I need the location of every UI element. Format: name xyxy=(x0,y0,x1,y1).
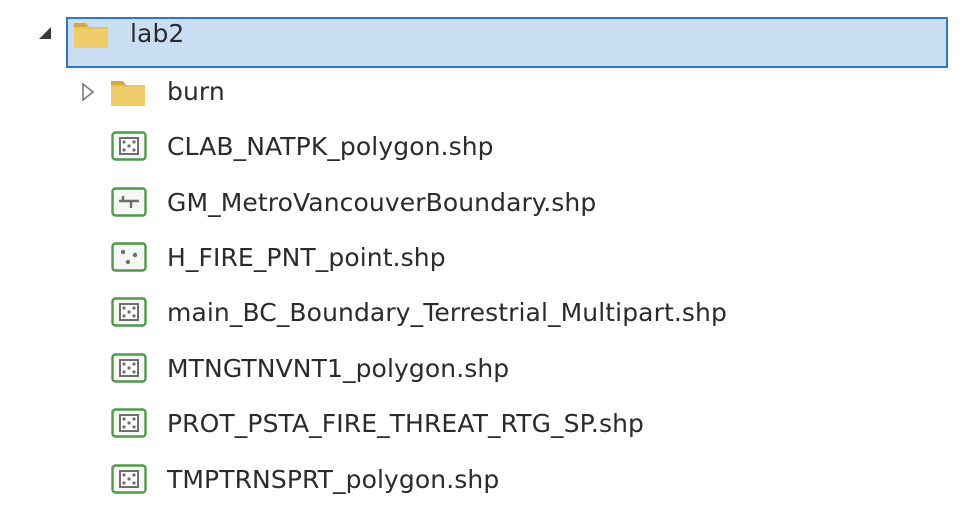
expand-arrow-icon[interactable] xyxy=(81,83,95,101)
polygon-shapefile-icon xyxy=(111,131,147,161)
polygon-shapefile-icon xyxy=(111,297,147,327)
tree-item-shapefile[interactable]: TMPTRNSPRT_polygon.shp xyxy=(0,455,972,505)
tree-item-lab2[interactable]: lab2 xyxy=(0,9,972,68)
folder-icon xyxy=(111,81,145,106)
tree-item-label: GM_MetroVancouverBoundary.shp xyxy=(167,187,597,217)
selection-highlight xyxy=(66,17,948,68)
polygon-shapefile-icon xyxy=(111,464,147,494)
tree-item-shapefile[interactable]: H_FIRE_PNT_point.shp xyxy=(0,233,972,283)
tree-item-shapefile[interactable]: PROT_PSTA_FIRE_THREAT_RTG_SP.shp xyxy=(0,399,972,449)
tree-item-shapefile[interactable]: main_BC_Boundary_Terrestrial_Multipart.s… xyxy=(0,288,972,338)
tree-item-label: main_BC_Boundary_Terrestrial_Multipart.s… xyxy=(167,297,727,327)
tree-item-label: H_FIRE_PNT_point.shp xyxy=(167,242,446,272)
polygon-shapefile-icon xyxy=(111,408,147,438)
collapse-arrow-icon[interactable] xyxy=(38,26,52,40)
tree-item-label: CLAB_NATPK_polygon.shp xyxy=(167,131,494,161)
tree-item-label: burn xyxy=(167,76,225,106)
folder-icon xyxy=(74,23,108,48)
tree-item-burn[interactable]: burn xyxy=(0,67,972,117)
tree-item-label: PROT_PSTA_FIRE_THREAT_RTG_SP.shp xyxy=(167,408,644,438)
line-shapefile-icon xyxy=(111,187,147,217)
tree-item-shapefile[interactable]: MTNGTNVNT1_polygon.shp xyxy=(0,344,972,394)
catalog-tree: lab2 burn CLAB_NATPK_polygon.shp GM_Metr… xyxy=(0,0,972,523)
tree-item-label: TMPTRNSPRT_polygon.shp xyxy=(167,464,500,494)
tree-item-shapefile[interactable]: GM_MetroVancouverBoundary.shp xyxy=(0,178,972,228)
point-shapefile-icon xyxy=(111,242,147,272)
polygon-shapefile-icon xyxy=(111,353,147,383)
tree-item-shapefile[interactable]: CLAB_NATPK_polygon.shp xyxy=(0,122,972,172)
tree-item-label: lab2 xyxy=(130,18,185,48)
tree-item-label: MTNGTNVNT1_polygon.shp xyxy=(167,353,510,383)
